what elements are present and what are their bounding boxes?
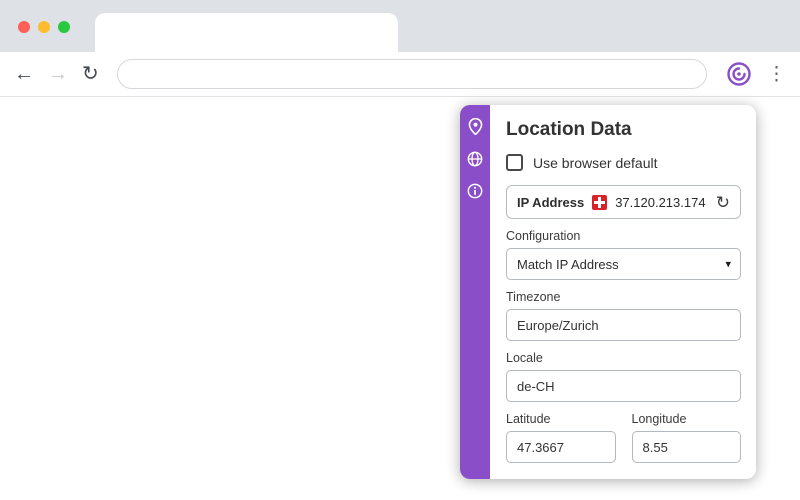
use-browser-default-checkbox[interactable]: Use browser default xyxy=(506,154,741,171)
forward-icon: → xyxy=(48,63,68,85)
panel-content: Location Data Use browser default IP Add… xyxy=(490,105,756,479)
globe-icon[interactable] xyxy=(467,150,484,167)
timezone-label: Timezone xyxy=(506,290,561,304)
browser-toolbar: ← → ↻ ⋮ xyxy=(0,52,800,97)
traffic-lights xyxy=(18,21,70,33)
browser-menu-icon[interactable]: ⋮ xyxy=(767,63,786,86)
chevron-down-icon: ▾ xyxy=(725,258,731,271)
address-input[interactable] xyxy=(131,66,692,82)
panel-sidebar xyxy=(460,105,490,479)
address-bar[interactable] xyxy=(116,59,707,89)
locale-label: Locale xyxy=(506,351,543,365)
coordinates-row: Latitude Longitude xyxy=(506,402,741,463)
info-icon[interactable] xyxy=(467,182,484,199)
back-icon[interactable]: ← xyxy=(14,64,34,84)
ip-address-box: IP Address 37.120.213.174 ↻ xyxy=(506,185,741,219)
extension-logo-icon xyxy=(727,62,751,86)
maximize-window-icon[interactable] xyxy=(58,21,70,33)
ip-address-label: IP Address xyxy=(517,194,585,210)
location-pin-icon[interactable] xyxy=(467,118,484,135)
swiss-flag-icon xyxy=(592,194,608,210)
longitude-input[interactable] xyxy=(631,431,741,463)
window-titlebar xyxy=(0,0,800,52)
locale-input[interactable] xyxy=(506,370,741,402)
reload-icon[interactable]: ↻ xyxy=(82,64,99,84)
panel-title: Location Data xyxy=(506,119,632,140)
refresh-ip-icon[interactable]: ↻ xyxy=(716,194,730,211)
checkbox-box[interactable] xyxy=(506,154,523,171)
browser-tab[interactable] xyxy=(95,13,398,52)
latitude-label: Latitude xyxy=(506,412,551,426)
configuration-select[interactable]: Match IP Address ▾ xyxy=(506,248,741,280)
longitude-label: Longitude xyxy=(631,412,687,426)
page-content: Location Data Use browser default IP Add… xyxy=(0,97,800,500)
minimize-window-icon[interactable] xyxy=(38,21,50,33)
configuration-value: Match IP Address xyxy=(517,256,619,272)
checkbox-label: Use browser default xyxy=(533,154,658,171)
ip-address-value: 37.120.213.174 xyxy=(615,194,706,210)
extension-icon[interactable] xyxy=(725,60,753,88)
configuration-label: Configuration xyxy=(506,229,581,243)
close-window-icon[interactable] xyxy=(18,21,30,33)
latitude-input[interactable] xyxy=(506,431,616,463)
timezone-input[interactable] xyxy=(506,309,741,341)
location-panel: Location Data Use browser default IP Add… xyxy=(460,105,756,479)
